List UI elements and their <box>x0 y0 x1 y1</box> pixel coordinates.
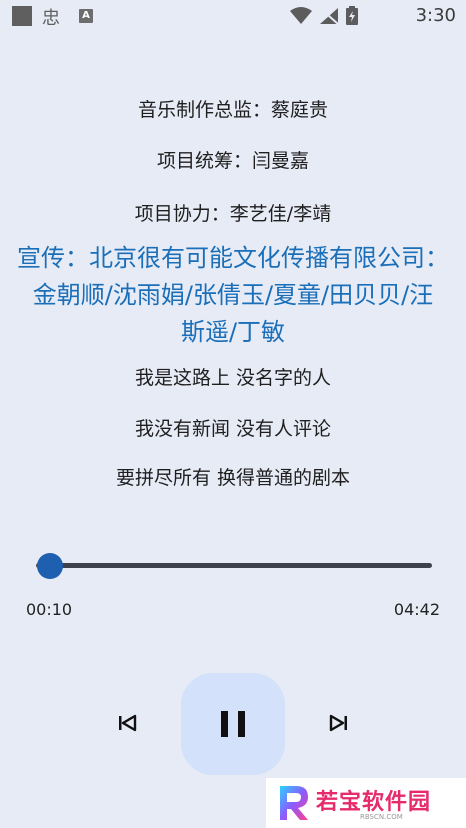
status-icons <box>290 6 358 25</box>
seek-bar-thumb[interactable] <box>37 553 63 579</box>
seek-bar-track[interactable] <box>36 563 432 568</box>
battery-charging-icon <box>346 6 358 25</box>
watermark-logo-icon <box>280 786 308 820</box>
lyric-active-line: 宣传：北京很有可能文化传播有限公司： <box>17 244 449 272</box>
status-bar: 忠 A 3:30 <box>0 0 466 32</box>
lyric-active-line: 金朝顺/沈雨娟/张倩玉/夏童/田贝贝/汪 <box>32 281 434 309</box>
lyric-line: 项目协力：李艺佳/李靖 <box>134 203 332 225</box>
wifi-icon <box>290 7 312 24</box>
pause-button[interactable] <box>181 673 285 775</box>
lyric-line: 项目统筹：闫曼嘉 <box>156 150 309 172</box>
watermark: 若宝软件园 RBSCN.COM <box>266 778 466 828</box>
notification-square-icon <box>12 6 32 26</box>
skip-previous-icon <box>119 714 137 732</box>
skip-next-icon <box>329 714 347 732</box>
lyric-line: 我是这路上 没名字的人 <box>134 367 332 389</box>
pause-icon <box>221 711 245 737</box>
current-time: 00:10 <box>26 600 73 619</box>
a-notification-icon: A <box>79 9 93 23</box>
next-button[interactable] <box>322 706 356 740</box>
lyric-active-line: 斯遥/丁敏 <box>180 318 286 346</box>
lyric-line-active: 宣传：北京很有可能文化传播有限公司： 金朝顺/沈雨娟/张倩玉/夏童/田贝贝/汪 … <box>0 240 466 351</box>
lyric-line: 要拼尽所有 换得普通的剧本 <box>115 467 351 489</box>
watermark-subtext: RBSCN.COM <box>360 813 403 821</box>
total-time: 04:42 <box>393 600 440 619</box>
previous-button[interactable] <box>110 706 144 740</box>
watermark-text: 若宝软件园 <box>316 790 432 815</box>
lyric-line: 我没有新闻 没有人评论 <box>134 418 332 440</box>
status-time: 3:30 <box>415 5 456 26</box>
no-signal-icon <box>319 7 339 25</box>
lyric-line: 音乐制作总监：蔡庭贵 <box>137 99 328 121</box>
app-notification-icon: 忠 <box>42 8 60 29</box>
